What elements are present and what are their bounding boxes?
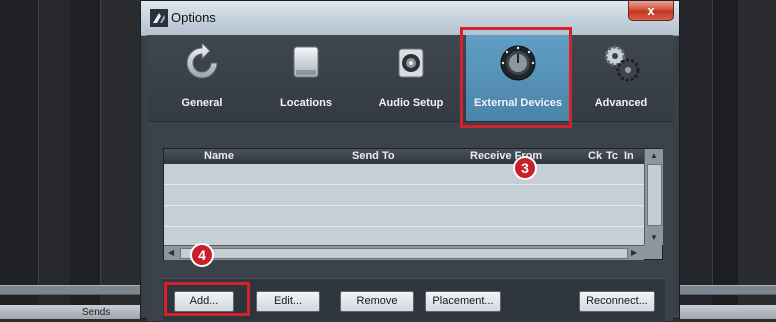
device-list[interactable]: Name Send To Receive From Ck Tc In ▲ ▼ ◀: [163, 148, 663, 260]
scroll-thumb[interactable]: [180, 248, 628, 259]
track-divider: [100, 0, 101, 285]
list-header: Name Send To Receive From Ck Tc In: [164, 149, 644, 164]
close-icon: x: [647, 3, 655, 18]
scroll-left-icon[interactable]: ◀: [168, 248, 174, 257]
scroll-corner: [644, 245, 662, 259]
title-bar[interactable]: Options x: [141, 1, 679, 36]
tab-label: General: [181, 97, 223, 109]
options-window: Options x General Locations Audio Setup …: [140, 0, 680, 322]
highlight-box-add: [164, 282, 250, 316]
scroll-thumb[interactable]: [647, 164, 662, 226]
close-button[interactable]: x: [628, 1, 674, 21]
daw-background-left: [0, 0, 144, 319]
edit-button[interactable]: Edit...: [256, 291, 320, 312]
scroll-right-icon[interactable]: ▶: [631, 248, 637, 257]
horizontal-scrollbar[interactable]: ◀ ▶: [164, 245, 644, 260]
options-toolbar: General Locations Audio Setup External D…: [147, 35, 673, 121]
daw-background-right: [678, 0, 776, 319]
list-row-divider: [164, 184, 644, 185]
track-divider: [38, 0, 39, 285]
app-icon: [150, 9, 168, 27]
scroll-down-icon[interactable]: ▼: [650, 233, 658, 242]
tab-audio-setup[interactable]: Audio Setup: [363, 35, 459, 121]
sends-label: Sends: [82, 307, 111, 318]
column-header-send-to[interactable]: Send To: [352, 150, 395, 162]
tab-advanced[interactable]: Advanced: [573, 35, 669, 121]
placement-button[interactable]: Placement...: [425, 291, 501, 312]
step-badge-3: 3: [513, 156, 537, 180]
step-badge-4: 4: [190, 243, 214, 267]
column-header-ck[interactable]: Ck: [588, 150, 602, 162]
hard-drive-icon: [293, 46, 319, 78]
scroll-up-icon[interactable]: ▲: [650, 151, 658, 160]
list-body[interactable]: [164, 164, 644, 244]
track-divider: [712, 0, 713, 285]
speaker-icon: [398, 48, 424, 78]
tab-general[interactable]: General: [154, 35, 250, 121]
window-title: Options: [171, 10, 216, 25]
remove-button[interactable]: Remove: [340, 291, 414, 312]
list-row-divider: [164, 226, 644, 227]
vertical-scrollbar[interactable]: ▲ ▼: [644, 149, 663, 245]
column-header-in[interactable]: In: [624, 150, 634, 162]
tab-label: Locations: [280, 97, 332, 109]
gears-icon: [604, 45, 640, 82]
highlight-box-external-devices: [460, 27, 572, 128]
tab-locations[interactable]: Locations: [258, 35, 354, 121]
column-header-tc[interactable]: Tc: [606, 150, 618, 162]
tab-label: Audio Setup: [378, 97, 444, 109]
reconnect-button[interactable]: Reconnect...: [579, 291, 655, 312]
column-header-name[interactable]: Name: [204, 150, 234, 162]
refresh-icon: [186, 43, 218, 79]
tab-label: Advanced: [594, 97, 648, 109]
list-row-divider: [164, 205, 644, 206]
